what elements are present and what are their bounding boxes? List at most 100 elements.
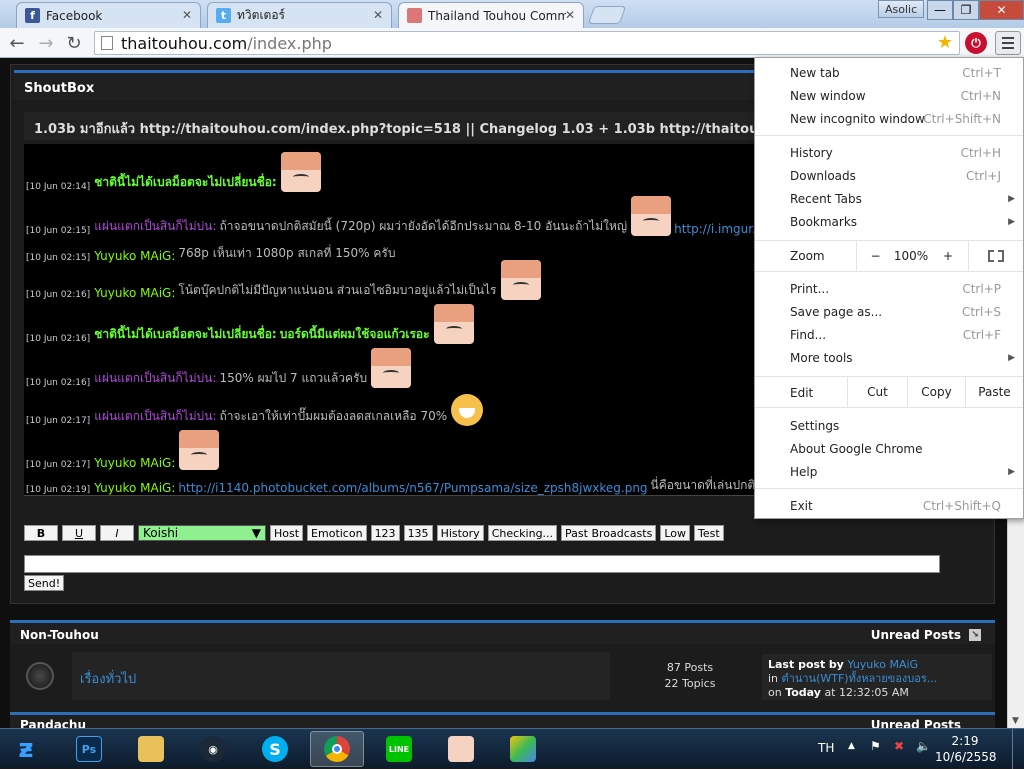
taskbar-line[interactable]: LINE (372, 731, 426, 767)
line-icon: LINE (386, 736, 412, 762)
tab-strip: f Facebook ✕ t ทวิตเตอร์ ✕ Thailand Touh… (0, 0, 1024, 28)
shout-message: [10 Jun 02:16] Yuyuko MAiG: โน้ตบุ๊คปกติ… (26, 260, 541, 300)
italic-button[interactable]: I (100, 525, 134, 541)
shout-message: [10 Jun 02:19] Yuyuko MAiG: http://i1140… (26, 478, 756, 495)
menu-new-tab[interactable]: New tab Ctrl+T (755, 62, 1023, 84)
shout-author[interactable]: แผ่นแตกเป็นสินก็ไม่บ่น: (94, 217, 216, 236)
address-bar[interactable]: thaitouhou.com/index.php ★ (94, 31, 960, 55)
shout-link[interactable]: http://i1140.photobucket.com/albums/n567… (178, 481, 647, 495)
host-button[interactable]: Host (270, 525, 304, 541)
menu-bookmarks[interactable]: Bookmarks ▶ (755, 211, 1023, 233)
button-123[interactable]: 123 (370, 525, 400, 541)
unread-posts-link[interactable]: Unread Posts (871, 628, 961, 642)
system-clock[interactable]: 2:19 10/6/2558 (935, 733, 997, 765)
back-button[interactable]: ← (6, 32, 28, 54)
tab-thaitouhou[interactable]: Thailand Touhou Commu ✕ (398, 2, 584, 28)
test-button[interactable]: Test (693, 525, 724, 541)
low-button[interactable]: Low (660, 525, 690, 541)
category-title[interactable]: Non-Touhou (20, 628, 99, 642)
taskbar-steam[interactable]: ◉ (186, 731, 240, 767)
category-title[interactable]: Pandachu (20, 718, 86, 728)
menu-find[interactable]: Find... Ctrl+F (755, 324, 1023, 346)
bold-button[interactable]: B (24, 525, 58, 541)
past-broadcasts-button[interactable]: Past Broadcasts (561, 525, 657, 541)
last-post-author[interactable]: Yuyuko MAiG (847, 658, 918, 671)
shout-author[interactable]: Yuyuko MAiG: (94, 286, 175, 300)
taskbar-chrome[interactable] (310, 731, 364, 767)
shout-message: [10 Jun 02:14] ชาตินี้ไม่ได้เบลม็อตจะไม่… (26, 152, 321, 192)
underline-button[interactable]: U (62, 525, 96, 541)
taskbar-bluestacks[interactable] (496, 731, 550, 767)
button-135[interactable]: 135 (403, 525, 433, 541)
menu-about-chrome[interactable]: About Google Chrome (755, 438, 1023, 460)
start-icon[interactable]: ƶ (10, 733, 42, 765)
scroll-down-icon[interactable]: ▼ (1012, 716, 1019, 726)
taskbar-photoshop[interactable]: Ps (62, 731, 116, 767)
show-desktop-button[interactable] (1012, 729, 1024, 769)
tab-twitter[interactable]: t ทวิตเตอร์ ✕ (207, 2, 392, 28)
menu-history[interactable]: History Ctrl+H (755, 142, 1023, 164)
last-post-topic[interactable]: ตำนาน(WTF)ทั้งหลายของบอร... (782, 672, 938, 685)
topic-count: 22 Topics (664, 677, 716, 690)
send-button[interactable]: Send! (24, 575, 65, 591)
menu-new-incognito[interactable]: New incognito window Ctrl+Shift+N (755, 108, 1023, 130)
volume-icon[interactable]: 🔈 (916, 739, 931, 753)
zoom-out-button[interactable]: − (856, 241, 894, 271)
menu-settings[interactable]: Settings (755, 415, 1023, 437)
profile-badge[interactable]: Asolic (878, 0, 925, 18)
shout-author[interactable]: แผ่นแตกเป็นสินก็ไม่บ่น: (94, 369, 216, 388)
taskbar-explorer[interactable] (124, 731, 178, 767)
cut-button[interactable]: Cut (847, 377, 907, 407)
menu-more-tools[interactable]: More tools ▶ (755, 347, 1023, 369)
taskbar-anime-app[interactable] (434, 731, 488, 767)
fullscreen-button[interactable] (968, 241, 1023, 271)
bookmark-star-icon[interactable]: ★ (937, 32, 953, 53)
edit-label: Edit (790, 386, 814, 400)
shout-author[interactable]: Yuyuko MAiG: (94, 481, 175, 495)
tab-facebook[interactable]: f Facebook ✕ (16, 2, 201, 28)
shout-link[interactable]: http://i.imgur.c (674, 222, 762, 236)
taskbar-skype[interactable]: S (248, 731, 302, 767)
zoom-in-button[interactable]: + (928, 241, 968, 271)
language-indicator[interactable]: TH (818, 741, 834, 755)
checking-button[interactable]: Checking... (487, 525, 558, 541)
shout-author[interactable]: ชาตินี้ไม่ได้เบลม็อตจะไม่เปลี่ยนชื่อ: (94, 325, 277, 344)
close-icon[interactable]: ✕ (182, 8, 192, 22)
menu-downloads[interactable]: Downloads Ctrl+J (755, 165, 1023, 187)
shout-message: [10 Jun 02:16] ชาตินี้ไม่ได้เบลม็อตจะไม่… (26, 304, 474, 344)
shout-author[interactable]: ชาตินี้ไม่ได้เบลม็อตจะไม่เปลี่ยนชื่อ: (94, 173, 277, 192)
emoticon-button[interactable]: Emoticon (307, 525, 367, 541)
extension-icon[interactable]: ⏻ (965, 32, 987, 54)
menu-print[interactable]: Print... Ctrl+P (755, 278, 1023, 300)
unread-posts-link[interactable]: Unread Posts (871, 718, 961, 728)
tray-expand-icon[interactable]: ▲ (848, 741, 855, 751)
fullscreen-icon (988, 250, 1004, 262)
menu-zoom-row: Zoom − 100% + (755, 240, 1023, 272)
collapse-icon[interactable]: ↘ (969, 629, 981, 641)
clock-date: 10/6/2558 (935, 750, 997, 764)
minimize-button[interactable]: — (927, 0, 953, 20)
shout-author[interactable]: แผ่นแตกเป็นสินก็ไม่บ่น: (94, 407, 216, 426)
close-icon[interactable]: ✕ (373, 8, 383, 22)
network-icon[interactable]: ✖ (894, 739, 904, 753)
font-select[interactable]: Koishi ▼ (138, 525, 266, 541)
new-tab-button[interactable] (587, 6, 627, 24)
shout-author[interactable]: Yuyuko MAiG: (94, 456, 175, 470)
menu-new-window[interactable]: New window Ctrl+N (755, 85, 1023, 107)
menu-help[interactable]: Help ▶ (755, 461, 1023, 483)
paste-button[interactable]: Paste (965, 377, 1023, 407)
menu-save-page[interactable]: Save page as... Ctrl+S (755, 301, 1023, 323)
shout-input[interactable] (24, 555, 940, 573)
history-button[interactable]: History (436, 525, 484, 541)
menu-recent-tabs[interactable]: Recent Tabs ▶ (755, 188, 1023, 210)
restore-button[interactable]: ❐ (953, 0, 979, 20)
close-window-button[interactable]: ✕ (979, 0, 1024, 20)
chrome-menu-button[interactable] (995, 31, 1021, 55)
close-icon[interactable]: ✕ (565, 8, 575, 22)
board-name[interactable]: เรื่องทั่วไป (72, 652, 610, 700)
forward-button[interactable]: → (35, 32, 57, 54)
copy-button[interactable]: Copy (907, 377, 965, 407)
reload-button[interactable]: ↻ (63, 32, 85, 54)
action-center-icon[interactable]: ⚑ (870, 739, 881, 753)
menu-exit[interactable]: Exit Ctrl+Shift+Q (755, 495, 1023, 517)
